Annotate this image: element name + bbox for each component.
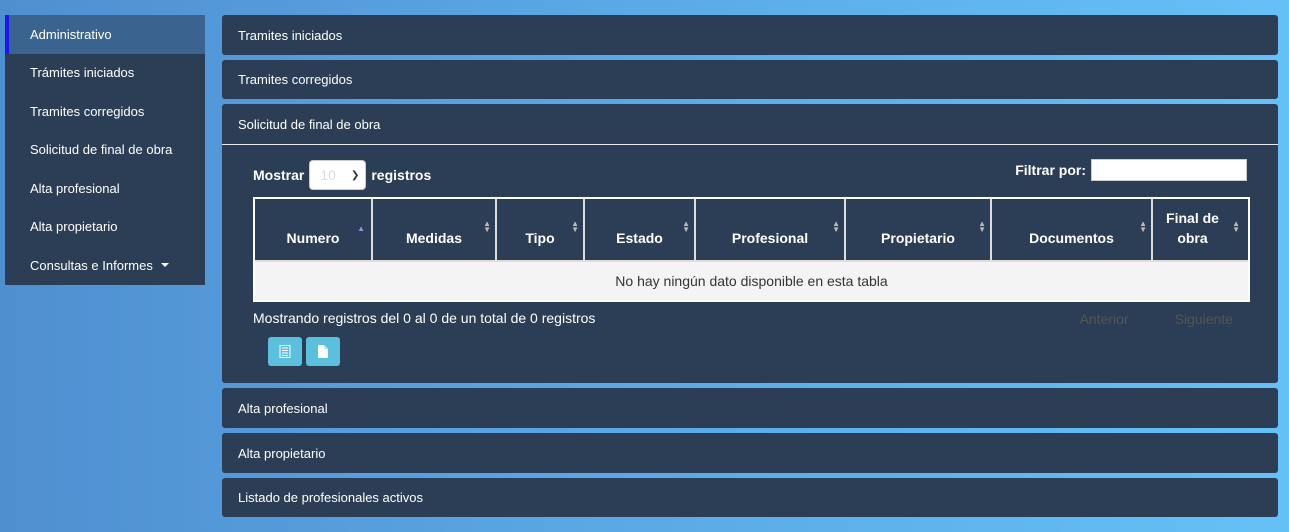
data-table: Numero ▲ Medidas ▲ ▼ Tipo ▲ ▼ Estado ▲ ▼ Pr… [253,197,1250,302]
column-header-documentos[interactable]: Documentos ▲ ▼ [992,199,1153,260]
records-label: registros [371,167,432,183]
export-file-button[interactable] [306,337,340,366]
file-icon [318,345,328,358]
sidebar: Administrativo Trámites iniciados Tramit… [5,15,205,285]
chevron-down-icon: ❯ [350,169,360,181]
next-page-button[interactable]: Siguiente [1175,311,1233,327]
panel-title: Alta propietario [238,445,326,461]
pagination: Anterior Siguiente [1080,311,1233,327]
sidebar-item-label: Alta profesional [30,180,120,196]
sort-icon: ▲ ▼ [978,219,986,234]
export-buttons [268,337,340,366]
panel-alta-propietario: Alta propietario [222,433,1278,473]
panel-header-alta-propietario[interactable]: Alta propietario [222,433,1278,473]
panel-tramites-corregidos: Tramites corregidos [222,60,1278,99]
panel-solicitud-final-obra: Solicitud de final de obra Mostrar 10 ❯ … [222,104,1278,383]
panel-tramites-iniciados: Tramites iniciados [222,15,1278,55]
previous-page-button[interactable]: Anterior [1080,311,1129,327]
column-label: Estado [616,230,663,246]
panel-title: Listado de profesionales activos [238,490,424,505]
panel-title: Tramites corregidos [238,72,353,87]
filter-control: Filtrar por: [1015,159,1247,181]
sort-icon: ▲ ▼ [1139,219,1147,234]
panel-title: Solicitud de final de obra [238,116,381,132]
sidebar-item-tramites-iniciados[interactable]: Trámites iniciados [5,54,205,93]
sort-icon: ▲ ▼ [1232,219,1240,234]
panel-title: Tramites iniciados [238,27,343,43]
filter-label: Filtrar por: [1015,162,1086,178]
sidebar-item-alta-profesional[interactable]: Alta profesional [5,169,205,208]
empty-message: No hay ningún dato disponible en esta ta… [615,273,888,289]
sidebar-item-administrativo[interactable]: Administrativo [5,15,205,54]
table-info: Mostrando registros del 0 al 0 de un tot… [253,310,596,326]
column-label: Medidas [405,230,462,246]
sidebar-item-label: Administrativo [30,26,112,42]
sidebar-item-label: Alta propietario [30,219,118,235]
caret-down-icon [160,263,169,268]
export-list-button[interactable] [268,337,302,366]
column-header-profesional[interactable]: Profesional ▲ ▼ [696,199,846,260]
column-header-numero[interactable]: Numero ▲ [255,199,373,260]
panel-listado-profesionales: Listado de profesionales activos [222,478,1278,517]
sidebar-item-label: Solicitud de final de obra [30,142,173,158]
sort-icon: ▲ ▼ [832,219,840,234]
column-header-estado[interactable]: Estado ▲ ▼ [585,199,696,260]
panel-header-listado-profesionales[interactable]: Listado de profesionales activos [222,478,1278,517]
column-header-medidas[interactable]: Medidas ▲ ▼ [373,199,497,260]
panel-header-tramites-corregidos[interactable]: Tramites corregidos [222,60,1278,99]
panel-title: Alta profesional [238,400,328,416]
sidebar-item-consultas-informes[interactable]: Consultas e Informes [5,246,205,285]
panel-alta-profesional: Alta profesional [222,388,1278,428]
column-label: Documentos [1029,230,1114,246]
sort-asc-icon: ▲ [357,224,365,233]
column-label: Numero [286,230,340,246]
column-label: Final de obra [1166,210,1219,246]
column-label: Profesional [731,230,809,246]
filter-input[interactable] [1091,159,1247,181]
column-label: Propietario [881,230,955,246]
panel-header-solicitud-final-obra[interactable]: Solicitud de final de obra [222,104,1278,145]
sort-icon: ▲ ▼ [483,219,491,234]
column-header-final-de-obra[interactable]: Final de obra ▲ ▼ [1153,199,1244,260]
table-header-row: Numero ▲ Medidas ▲ ▼ Tipo ▲ ▼ Estado ▲ ▼ Pr… [255,199,1248,262]
table-empty-row: No hay ningún dato disponible en esta ta… [255,262,1248,300]
list-document-icon [279,345,291,358]
sidebar-item-label: Consultas e Informes [30,257,153,273]
sidebar-item-solicitud-final-obra[interactable]: Solicitud de final de obra [5,131,205,170]
sidebar-item-tramites-corregidos[interactable]: Tramites corregidos [5,92,205,131]
sidebar-item-label: Tramites corregidos [30,103,145,119]
sidebar-item-label: Trámites iniciados [30,65,135,81]
show-label: Mostrar [253,167,305,183]
page-length-select[interactable]: 10 ❯ [309,160,367,190]
column-header-propietario[interactable]: Propietario ▲ ▼ [846,199,992,260]
length-control: Mostrar 10 ❯ registros [253,160,431,190]
column-header-tipo[interactable]: Tipo ▲ ▼ [497,199,585,260]
panel-header-alta-profesional[interactable]: Alta profesional [222,388,1278,428]
sidebar-item-alta-propietario[interactable]: Alta propietario [5,208,205,247]
panel-header-tramites-iniciados[interactable]: Tramites iniciados [222,15,1278,55]
sort-icon: ▲ ▼ [571,219,579,234]
column-label: Tipo [525,230,555,246]
sort-icon: ▲ ▼ [682,219,690,234]
page-length-value: 10 [320,167,336,183]
